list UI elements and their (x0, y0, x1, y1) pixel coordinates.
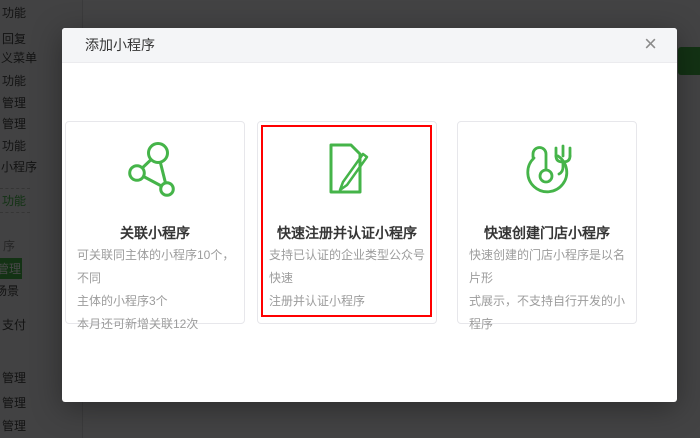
share-network-icon (127, 141, 183, 197)
desc-line: 式展示，不支持自行开发的小程序 (469, 294, 626, 331)
card-quick-create-store-miniprogram[interactable]: 快速创建门店小程序 快速创建的门店小程序是以名片形 式展示，不支持自行开发的小程… (457, 121, 637, 331)
card-description: 快速创建的门店小程序是以名片形 式展示，不支持自行开发的小程序 (469, 244, 629, 336)
desc-line: 可关联同主体的小程序10个，不同 (77, 248, 235, 285)
close-icon[interactable]: × (636, 28, 665, 62)
desc-line: 主体的小程序3个 (77, 294, 168, 308)
modal-header: 添加小程序 × (62, 28, 677, 63)
modal-title: 添加小程序 (85, 37, 155, 53)
card-title: 关联小程序 (120, 225, 190, 241)
card-title: 快速注册并认证小程序 (277, 225, 417, 241)
desc-line: 支持已认证的企业类型公众号快速 (269, 248, 426, 285)
card-description: 支持已认证的企业类型公众号快速 注册并认证小程序 (269, 244, 429, 313)
card-title: 快速创建门店小程序 (484, 225, 610, 241)
add-miniprogram-modal: 添加小程序 × 关联小程序 可关联同主体的小程序10个，不同 主体的小程序3个 … (62, 28, 677, 402)
desc-line: 快速创建的门店小程序是以名片形 (469, 248, 626, 285)
document-pen-icon (319, 141, 375, 197)
card-link-miniprogram[interactable]: 关联小程序 可关联同主体的小程序10个，不同 主体的小程序3个 本月还可新增关联… (65, 121, 245, 331)
fork-spoon-icon (519, 141, 575, 197)
card-quick-register-miniprogram[interactable]: 快速注册并认证小程序 支持已认证的企业类型公众号快速 注册并认证小程序 (257, 121, 437, 324)
card-description: 可关联同主体的小程序10个，不同 主体的小程序3个 本月还可新增关联12次 (77, 244, 237, 336)
desc-line: 注册并认证小程序 (269, 294, 366, 308)
desc-line: 本月还可新增关联12次 (77, 317, 199, 331)
